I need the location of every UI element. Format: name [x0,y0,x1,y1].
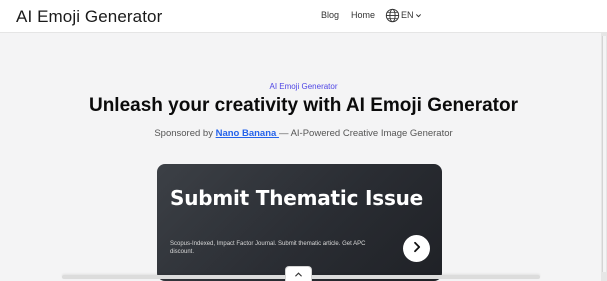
language-selector[interactable]: EN [385,7,422,23]
ad-arrow-button[interactable] [403,235,430,262]
collapse-tab-button[interactable] [285,266,312,281]
brand-logo-text[interactable]: AI Emoji Generator [16,7,162,27]
sponsor-line: Sponsored by Nano Banana — AI-Powered Cr… [0,128,607,139]
sponsor-prefix: Sponsored by [154,128,216,139]
chevron-up-icon [294,265,303,281]
nav-blog-link[interactable]: Blog [321,10,339,20]
hero-headline: Unleash your creativity with AI Emoji Ge… [88,95,519,116]
site-header: AI Emoji Generator Blog Home EN [0,0,607,33]
hero-eyebrow: AI Emoji Generator [269,82,338,91]
chevron-down-icon [415,12,422,19]
sponsor-suffix: — AI-Powered Creative Image Generator [278,128,453,139]
nav-home-link[interactable]: Home [351,10,375,20]
globe-icon [385,8,400,23]
arrow-right-icon [411,240,423,258]
page-scrollbar-thumb[interactable] [602,36,606,272]
sponsor-link[interactable]: Nano Banana [216,128,279,139]
ad-banner[interactable]: Submit Thematic Issue Scopus-Indexed, Im… [157,164,442,281]
language-code: EN [401,10,414,20]
ad-title: Submit Thematic Issue [170,186,424,210]
ad-description: Scopus-Indexed, Impact Factor Journal. S… [170,241,366,255]
